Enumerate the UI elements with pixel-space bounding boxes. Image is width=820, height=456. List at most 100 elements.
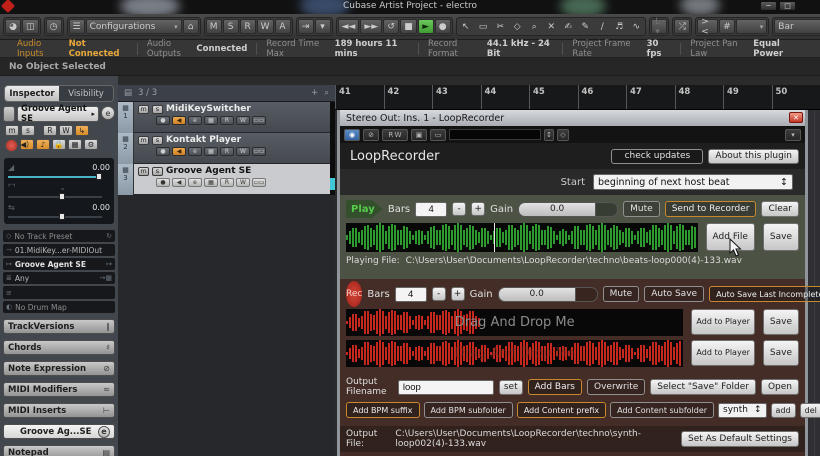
add-track-button[interactable]: +: [311, 88, 318, 98]
split-tool-icon[interactable]: ✂: [492, 19, 508, 34]
play-button[interactable]: ►: [418, 19, 434, 34]
recorder-save-button-1[interactable]: Save: [763, 309, 799, 335]
plugin-picture-icon[interactable]: ▭: [430, 129, 446, 141]
edit-channel-button[interactable]: e: [188, 116, 202, 125]
panel-note-expression[interactable]: Note Expression ⊘: [3, 361, 115, 376]
set-as-default-button[interactable]: Set As Default Settings: [681, 431, 799, 447]
tab-inspector[interactable]: Inspector: [5, 86, 59, 101]
status-pan-law[interactable]: Project Pan Law Equal Power: [681, 43, 812, 55]
monitor-button[interactable]: ◀: [172, 147, 186, 156]
lane-display-icon[interactable]: ▦: [68, 139, 82, 150]
recorder-waveform-1[interactable]: Drag And Drop Me: [346, 309, 683, 336]
track-solo-button[interactable]: s: [152, 136, 163, 145]
output-routing-slot[interactable]: ↦ Groove Agent SE ↦: [3, 258, 115, 270]
instrument-collapse-button[interactable]: [3, 106, 15, 122]
snap-icon[interactable]: ><: [697, 19, 718, 34]
auto-save-button[interactable]: Auto Save: [644, 286, 704, 302]
delay-slider[interactable]: [8, 213, 110, 221]
plugin-power-icon[interactable]: ◉: [344, 129, 360, 141]
player-mute-button[interactable]: Mute: [623, 201, 660, 217]
open-folder-button[interactable]: Open: [761, 379, 799, 395]
status-frame-rate[interactable]: Project Frame Rate 30 fps: [563, 43, 681, 55]
glue-tool-icon[interactable]: ◇: [509, 19, 525, 34]
record-enable-button[interactable]: ●: [156, 147, 170, 156]
panel-chords[interactable]: Chords ♯: [3, 340, 115, 355]
read-automation-button[interactable]: R: [220, 147, 234, 156]
midi-channel-slot[interactable]: ≣ Any →▦: [3, 272, 115, 284]
auto-fades-icon[interactable]: ↳: [75, 125, 89, 136]
global-solo-button[interactable]: S: [223, 19, 239, 34]
auto-save-last-button[interactable]: Auto Save Last Incomplete Loop: [709, 286, 820, 302]
crossfade-icon[interactable]: ⤮: [674, 19, 690, 34]
track-preset-slot[interactable]: ◇ No Track Preset ↻: [3, 230, 115, 242]
minimize-button[interactable]: ─: [760, 1, 777, 11]
monitor-button[interactable]: ◀: [172, 116, 186, 125]
read-automation-button[interactable]: R: [43, 125, 57, 136]
plugin-ab-compare-icon[interactable]: ▣: [411, 129, 427, 141]
write-automation-button[interactable]: W: [236, 147, 250, 156]
track-mute-button[interactable]: m: [138, 136, 149, 145]
player-play-button[interactable]: Play: [346, 200, 383, 218]
grid-icon[interactable]: #: [719, 19, 735, 34]
draw-tool-icon[interactable]: ✎: [577, 19, 593, 34]
history-icon[interactable]: ◷: [46, 19, 62, 34]
panel-midi-modifiers[interactable]: MIDI Modifiers ≈: [3, 382, 115, 397]
preset-name-field[interactable]: [449, 129, 541, 140]
drum-map-slot[interactable]: ◐ No Drum Map: [3, 301, 115, 313]
panel-trackversions[interactable]: TrackVersions ∥: [3, 319, 115, 334]
zoom-tool-icon[interactable]: ⌕: [526, 19, 542, 34]
write-automation-button[interactable]: W: [59, 125, 73, 136]
add-to-player-button-1[interactable]: Add to Player: [691, 309, 755, 335]
select-save-folder-button[interactable]: Select "Save" Folder: [650, 379, 756, 395]
output-filename-input[interactable]: [398, 380, 494, 395]
global-read-button[interactable]: R: [240, 19, 256, 34]
timeline-ruler[interactable]: 41 42 43 44 45 46 47 48 49 50: [335, 85, 820, 110]
autoscroll-icon[interactable]: ⇥: [298, 19, 314, 34]
add-bpm-suffix-toggle[interactable]: Add BPM suffix: [346, 402, 420, 418]
panel-notepad[interactable]: Notepad ▤: [3, 445, 115, 456]
about-plugin-button[interactable]: About this plugin: [708, 149, 799, 164]
write-automation-button[interactable]: W: [236, 116, 250, 125]
recorder-bars-input[interactable]: [395, 287, 427, 302]
preset-stepper-icon[interactable]: ↕: [544, 129, 554, 141]
player-waveform[interactable]: [346, 223, 698, 252]
panel-midi-inserts[interactable]: MIDI Inserts ⊢: [3, 403, 115, 418]
go-to-next-marker-button[interactable]: ►►: [360, 19, 382, 34]
monitor-button[interactable]: ◀: [172, 178, 186, 187]
recorder-rec-button[interactable]: Rec: [346, 281, 362, 307]
content-name-dropdown[interactable]: synth ↕: [718, 403, 767, 418]
snap-type-dropdown[interactable]: ▾: [736, 19, 767, 34]
record-enable-button[interactable]: ●: [156, 116, 170, 125]
write-automation-button[interactable]: W: [236, 178, 250, 187]
instrument-icon[interactable]: ▦: [204, 116, 218, 125]
player-bars-minus-button[interactable]: -: [452, 202, 466, 216]
search-icon[interactable]: ⌕: [324, 88, 329, 98]
line-tool-icon[interactable]: ∕: [594, 19, 610, 34]
recorder-bars-minus-button[interactable]: -: [432, 287, 446, 301]
lane-display-icon[interactable]: ▭▭: [252, 178, 266, 187]
global-write-button[interactable]: W: [257, 19, 274, 34]
tab-visibility[interactable]: Visibility: [59, 86, 113, 101]
add-to-player-button-2[interactable]: Add to Player: [691, 340, 755, 366]
check-updates-button[interactable]: check updates: [611, 149, 703, 164]
recorder-save-button-2[interactable]: Save: [763, 340, 799, 366]
track-row-kontakt-player[interactable]: ▦ 2 m s Kontakt Player ● ◀ e ▦ R W ▭▭: [118, 133, 335, 164]
plugin-titlebar[interactable]: Stereo Out: Ins. 1 - LoopRecorder ✕: [340, 110, 805, 126]
player-save-button[interactable]: Save: [763, 223, 799, 251]
track-solo-button[interactable]: s: [152, 167, 163, 176]
del-content-button[interactable]: del: [800, 403, 820, 418]
plugin-bypass-icon[interactable]: ⊘: [363, 129, 379, 141]
record-enable-button[interactable]: [5, 139, 18, 152]
input-routing-slot[interactable]: ⇾ 01.MidiKey...er-MIDIOut: [3, 244, 115, 256]
scrub-tool-icon[interactable]: ∿: [628, 19, 644, 34]
record-enable-button[interactable]: ●: [156, 178, 170, 187]
autoscroll-options-icon[interactable]: ▾: [315, 19, 331, 34]
status-audio-inputs[interactable]: Audio Inputs Not Connected: [8, 43, 138, 55]
color-tool-dropdown[interactable]: L ▾: [651, 19, 667, 34]
set-filename-button[interactable]: set: [499, 380, 523, 395]
clear-button[interactable]: Clear: [761, 201, 799, 217]
recorder-waveform-2[interactable]: Drag And Drop Me: [346, 340, 683, 367]
monitor-button[interactable]: ◀）: [20, 139, 34, 150]
player-bars-input[interactable]: [415, 202, 447, 217]
maximize-button[interactable]: □: [779, 1, 796, 11]
